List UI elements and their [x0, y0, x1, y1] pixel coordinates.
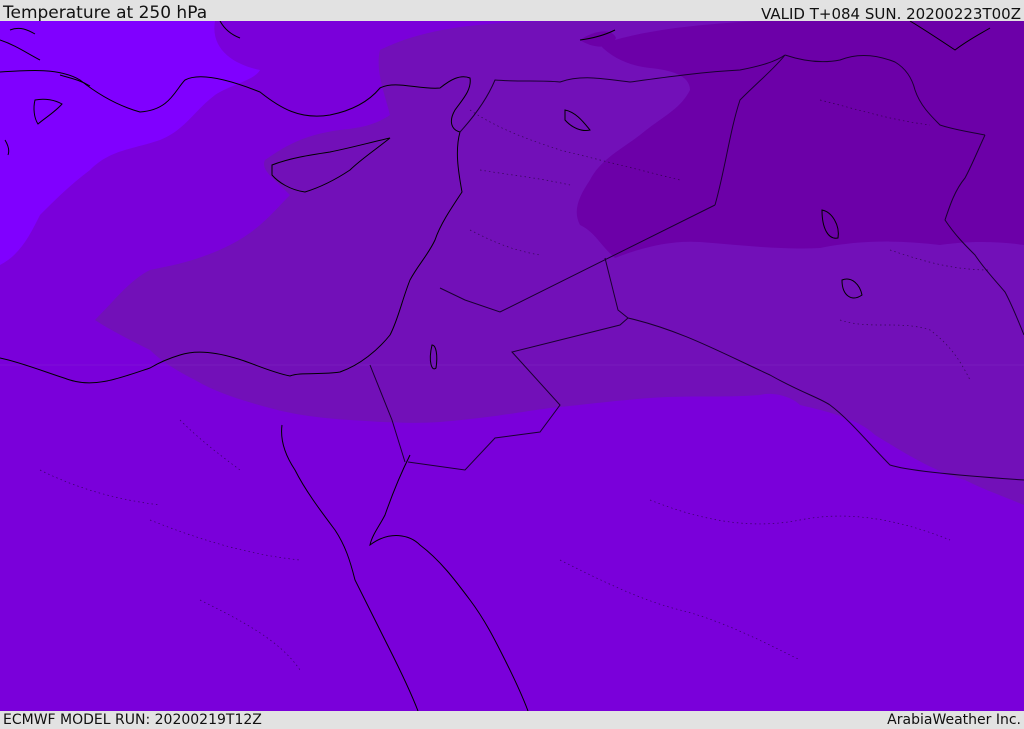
footer-bar: ECMWF MODEL RUN: 20200219T12Z ArabiaWeat… [0, 711, 1024, 729]
map-canvas [0, 21, 1024, 711]
model-run-label: ECMWF MODEL RUN: 20200219T12Z [3, 712, 262, 728]
credit-label: ArabiaWeather Inc. [887, 712, 1021, 728]
temperature-field-warm [576, 21, 1024, 258]
map-title: Temperature at 250 hPa [3, 3, 208, 23]
header-bar: Temperature at 250 hPa VALID T+084 SUN. … [0, 0, 1024, 23]
map-panel[interactable] [0, 21, 1024, 711]
